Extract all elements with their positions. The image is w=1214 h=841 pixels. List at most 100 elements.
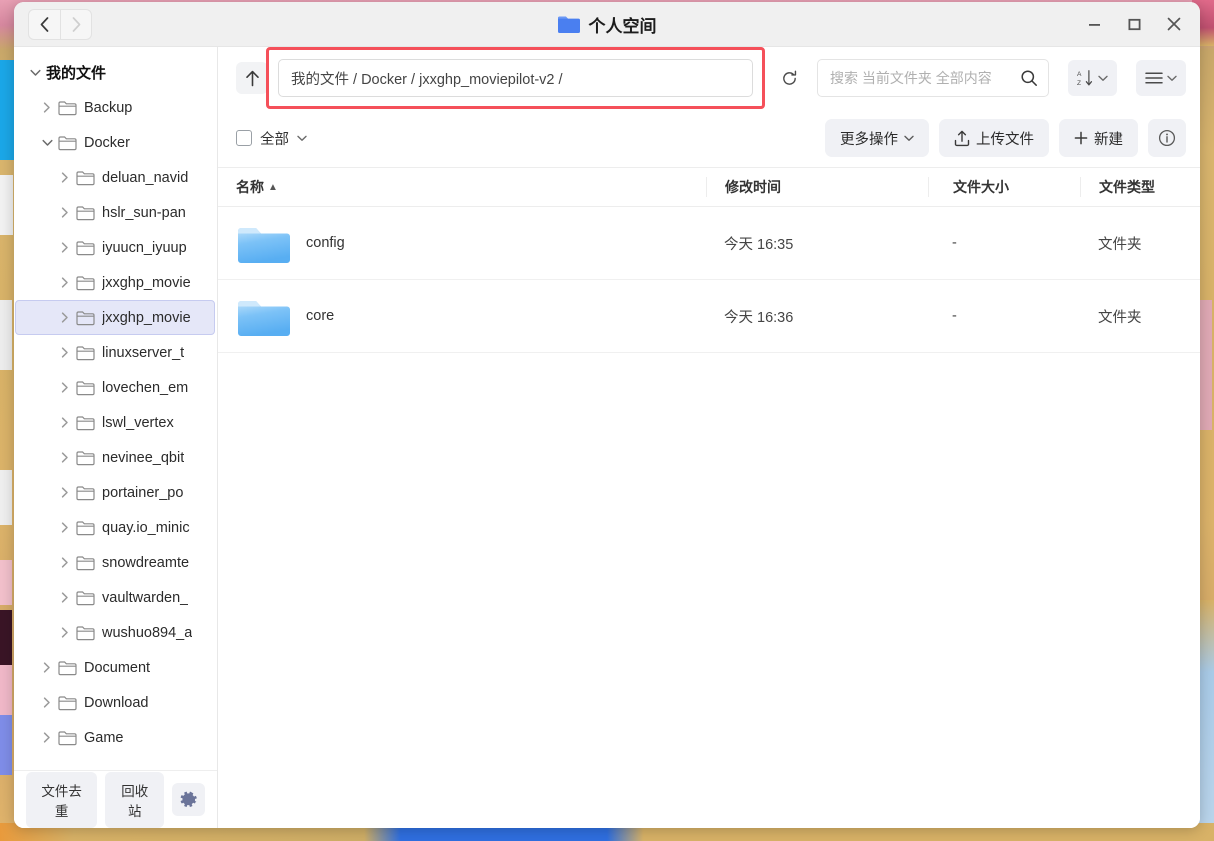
folder-outline-icon: [76, 450, 95, 466]
sidebar-item-snowdreamte[interactable]: snowdreamte: [16, 545, 215, 580]
tree-expand-toggle[interactable]: [54, 452, 76, 463]
chevron-down-icon[interactable]: [297, 135, 307, 142]
dock-icon-2: [0, 175, 13, 235]
tree-expand-toggle[interactable]: [54, 557, 76, 568]
sidebar-item-vaultwarden[interactable]: vaultwarden_: [16, 580, 215, 615]
cell-size: -: [952, 235, 957, 251]
sidebar-item-label: hslr_sun-pan: [102, 204, 186, 221]
sidebar-item-label: vaultwarden_: [102, 589, 189, 606]
tree-collapse-toggle[interactable]: [24, 69, 46, 77]
sidebar-item-label: lovechen_em: [102, 379, 189, 396]
sidebar-item-lswl-vertex[interactable]: lswl_vertex: [16, 405, 215, 440]
upload-file-button[interactable]: 上传文件: [939, 119, 1049, 157]
sidebar-item-label: nevinee_qbit: [102, 449, 185, 466]
tree-expand-toggle[interactable]: [54, 487, 76, 498]
minimize-button[interactable]: [1074, 2, 1114, 47]
select-all-checkbox[interactable]: [236, 130, 252, 146]
sidebar-item-quay-io-minic[interactable]: quay.io_minic: [16, 510, 215, 545]
sidebar-item-document[interactable]: Document: [16, 650, 215, 685]
search-icon[interactable]: [1020, 69, 1038, 87]
tree-expand-toggle[interactable]: [54, 382, 76, 393]
settings-button[interactable]: [172, 783, 205, 816]
chevron-right-icon: [61, 627, 68, 638]
go-up-button[interactable]: [236, 62, 268, 94]
sidebar-item-iyuucn-iyuup[interactable]: iyuucn_iyuup: [16, 230, 215, 265]
tree-collapse-toggle[interactable]: [36, 139, 58, 147]
column-header-name[interactable]: 名称 ▲: [218, 177, 706, 197]
path-input[interactable]: [278, 59, 753, 97]
chevron-right-icon: [43, 732, 50, 743]
sidebar-item-label: quay.io_minic: [102, 519, 190, 536]
window-controls: [1074, 2, 1194, 47]
dock-icon-1: [0, 60, 14, 160]
tree-expand-toggle[interactable]: [54, 277, 76, 288]
search-input[interactable]: [830, 70, 1020, 86]
search-box[interactable]: [817, 59, 1049, 97]
sidebar-item-hslr-sun-pan[interactable]: hslr_sun-pan: [16, 195, 215, 230]
folder-tree: 我的文件 Backup Docker deluan_navid hslr_sun-pan…: [14, 47, 217, 770]
tree-expand-toggle[interactable]: [54, 207, 76, 218]
tree-expand-toggle[interactable]: [36, 732, 58, 743]
folder-outline-icon: [58, 695, 77, 711]
sort-button[interactable]: A Z: [1068, 60, 1117, 96]
file-dedupe-button[interactable]: 文件去重: [26, 771, 98, 828]
select-all-control[interactable]: 全部: [236, 128, 307, 149]
table-row[interactable]: core 今天 16:36 - 文件夹: [218, 280, 1200, 353]
tree-expand-toggle[interactable]: [54, 627, 76, 638]
close-button[interactable]: [1154, 2, 1194, 47]
plus-icon: [1074, 131, 1088, 145]
column-header-type[interactable]: 文件类型: [1080, 177, 1200, 197]
view-mode-button[interactable]: [1136, 60, 1186, 96]
sidebar-item-game[interactable]: Game: [16, 720, 215, 755]
sidebar-item-linuxserver-t[interactable]: linuxserver_t: [16, 335, 215, 370]
back-button[interactable]: [29, 10, 60, 39]
sidebar-item-download[interactable]: Download: [16, 685, 215, 720]
tree-expand-toggle[interactable]: [36, 662, 58, 673]
tree-expand-toggle[interactable]: [54, 242, 76, 253]
recycle-bin-button[interactable]: 回收站: [105, 771, 165, 828]
chevron-right-icon: [61, 452, 68, 463]
sidebar-item-[interactable]: 我的文件: [16, 55, 215, 90]
cell-name: core: [218, 294, 706, 338]
more-actions-button[interactable]: 更多操作: [825, 119, 929, 157]
chevron-right-icon: [43, 662, 50, 673]
cell-name: config: [218, 221, 706, 265]
sidebar-item-nevinee-qbit[interactable]: nevinee_qbit: [16, 440, 215, 475]
tree-expand-toggle[interactable]: [54, 592, 76, 603]
forward-button[interactable]: [60, 9, 91, 39]
sidebar-item-jxxghp-movie[interactable]: jxxghp_movie: [16, 265, 215, 300]
folder-outline-icon: [58, 100, 77, 115]
dock-icon-3: [0, 300, 12, 370]
folder-outline-icon: [76, 310, 95, 325]
maximize-button[interactable]: [1114, 2, 1154, 47]
sidebar-item-wushuo894-a[interactable]: wushuo894_a: [16, 615, 215, 650]
arrow-up-icon: [245, 70, 259, 86]
tree-expand-toggle[interactable]: [54, 172, 76, 183]
new-button[interactable]: 新建: [1059, 119, 1138, 157]
tree-expand-toggle[interactable]: [54, 312, 76, 323]
column-header-size[interactable]: 文件大小: [928, 177, 1080, 197]
sidebar-item-docker[interactable]: Docker: [16, 125, 215, 160]
sidebar-item-jxxghp-movie[interactable]: jxxghp_movie: [15, 300, 215, 335]
wallpaper-accent-right: [1198, 300, 1212, 430]
window-body: 我的文件 Backup Docker deluan_navid hslr_sun-pan…: [14, 47, 1200, 828]
chevron-down-icon: [1098, 75, 1108, 81]
tree-expand-toggle[interactable]: [54, 347, 76, 358]
chevron-right-icon: [72, 16, 80, 32]
info-button[interactable]: [1148, 119, 1186, 157]
table-row[interactable]: config 今天 16:35 - 文件夹: [218, 207, 1200, 280]
column-header-modified[interactable]: 修改时间: [706, 177, 928, 197]
page-title: 个人空间: [14, 12, 1200, 37]
sidebar-item-label: Game: [84, 729, 124, 746]
sidebar-item-label: linuxserver_t: [102, 344, 185, 361]
tree-expand-toggle[interactable]: [54, 417, 76, 428]
sort-az-icon: A Z: [1077, 70, 1093, 87]
tree-expand-toggle[interactable]: [36, 697, 58, 708]
refresh-button[interactable]: [771, 60, 807, 96]
sidebar-item-deluan-navid[interactable]: deluan_navid: [16, 160, 215, 195]
sidebar-item-portainer-po[interactable]: portainer_po: [16, 475, 215, 510]
sidebar-item-backup[interactable]: Backup: [16, 90, 215, 125]
sidebar-item-lovechen-em[interactable]: lovechen_em: [16, 370, 215, 405]
tree-expand-toggle[interactable]: [36, 102, 58, 113]
tree-expand-toggle[interactable]: [54, 522, 76, 533]
